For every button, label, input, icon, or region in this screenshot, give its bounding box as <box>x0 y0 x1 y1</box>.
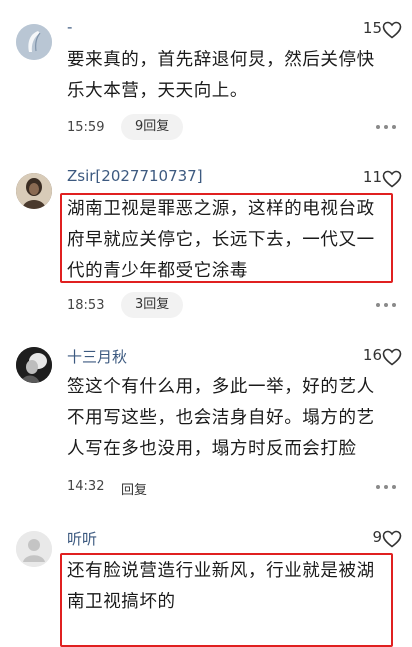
username[interactable]: 听听 <box>67 528 97 549</box>
feather-avatar-icon <box>16 24 52 60</box>
comment-text: 要来真的，首先辞退何炅，然后关停快 乐大本营，天天向上。 <box>67 45 392 107</box>
like-count: 16 <box>362 346 382 364</box>
heart-outline-icon[interactable] <box>382 530 402 548</box>
comment-text-line: 要来真的，首先辞退何炅，然后关停快 <box>67 50 375 70</box>
avatar[interactable] <box>16 531 52 567</box>
person-avatar-icon <box>16 173 52 209</box>
comment-text-line: 府早就应关停它，长远下去，一代又一 <box>67 230 375 250</box>
reply-button[interactable]: 9回复 <box>121 114 184 140</box>
default-avatar-icon <box>16 531 52 567</box>
heart-outline-icon[interactable] <box>382 170 402 188</box>
reply-button[interactable]: 3回复 <box>121 292 184 318</box>
avatar[interactable] <box>16 347 52 383</box>
comment-text-line: 代的青少年都受它涂毒 <box>67 261 248 281</box>
like-count: 15 <box>362 19 382 37</box>
more-dots-icon[interactable] <box>376 485 398 491</box>
comment-text-line: 签这个有什么用，多此一举，好的艺人 <box>67 377 375 397</box>
comment-text-line: 人写在多也没用，塌方时反而会打脸 <box>67 439 357 459</box>
comment-text: 还有脸说营造行业新风，行业就是被湖 南卫视搞坏的 <box>67 556 392 618</box>
more-dots-icon[interactable] <box>376 125 398 131</box>
more-dots-icon[interactable] <box>376 303 398 309</box>
comment-time: 14:32 <box>67 479 105 494</box>
comment-text: 湖南卫视是罪恶之源，这样的电视台政 府早就应关停它，长远下去，一代又一 代的青少… <box>67 194 392 287</box>
heart-outline-icon[interactable] <box>382 348 402 366</box>
comment-text-line: 乐大本营，天天向上。 <box>67 81 248 101</box>
comment-time: 15:59 <box>67 120 105 135</box>
comment-text-line: 湖南卫视是罪恶之源，这样的电视台政 <box>67 199 375 219</box>
comment-time: 18:53 <box>67 298 105 313</box>
heart-outline-icon[interactable] <box>382 21 402 39</box>
person-avatar-icon <box>16 347 52 383</box>
username[interactable]: - <box>67 18 72 36</box>
comment-text-line: 还有脸说营造行业新风，行业就是被湖 <box>67 561 375 581</box>
comment-text-line: 不用写这些，也会洁身自好。塌方的艺 <box>67 408 375 428</box>
comment-text-line: 南卫视搞坏的 <box>67 592 176 612</box>
like-count: 11 <box>362 168 382 186</box>
reply-button[interactable]: 回复 <box>121 479 147 498</box>
comment-text: 签这个有什么用，多此一举，好的艺人 不用写这些，也会洁身自好。塌方的艺 人写在多… <box>67 372 392 465</box>
like-count: 9 <box>372 528 382 546</box>
avatar[interactable] <box>16 173 52 209</box>
username[interactable]: Zsir[2027710737] <box>67 167 203 185</box>
username[interactable]: 十三月秋 <box>67 346 127 367</box>
avatar[interactable] <box>16 24 52 60</box>
